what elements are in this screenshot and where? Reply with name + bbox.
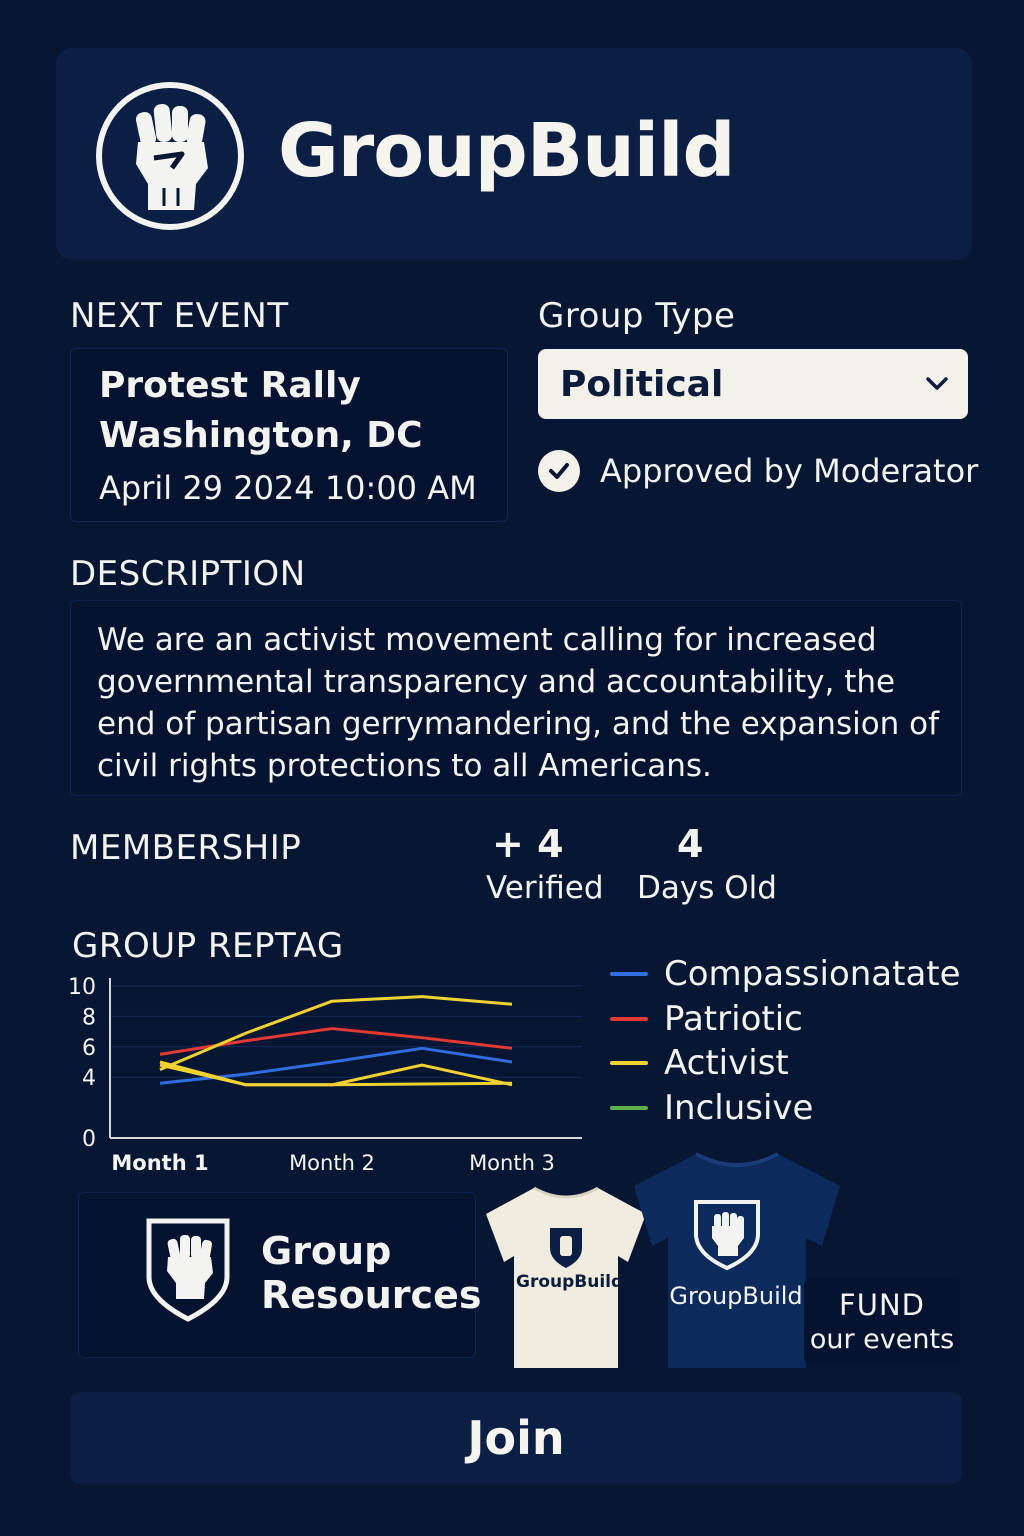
description-card: We are an activist movement calling for … — [70, 600, 962, 796]
chart-y-ticks: 0 4 6 8 10 — [68, 975, 96, 1152]
legend-label: Activist — [664, 1043, 789, 1084]
event-location: Washington, DC — [99, 415, 423, 456]
event-title: Protest Rally — [99, 365, 361, 406]
chart-legend: Compassionatate Patriotic Activist Inclusiv… — [610, 952, 961, 1130]
legend-swatch — [610, 1016, 648, 1021]
app-title: GroupBuild — [278, 108, 736, 194]
x-tick-label: Month 2 — [289, 1151, 375, 1175]
fist-logo-icon — [96, 82, 244, 230]
legend-swatch — [610, 972, 648, 977]
event-datetime: April 29 2024 10:00 AM — [99, 469, 477, 507]
verified-label: Verified — [486, 870, 604, 906]
days-old-count: 4 — [677, 822, 704, 866]
fund-sublabel: our events — [809, 1324, 955, 1355]
y-tick-label: 0 — [82, 1127, 96, 1152]
legend-item: Activist — [610, 1041, 961, 1086]
legend-swatch — [610, 1105, 648, 1110]
y-tick-label: 6 — [82, 1036, 96, 1061]
reptag-label: GROUP REPTAG — [72, 926, 344, 966]
legend-item: Compassionatate — [610, 952, 961, 997]
shield-fist-icon — [146, 1218, 230, 1322]
fund-label: FUND — [839, 1288, 925, 1322]
y-tick-label: 4 — [82, 1066, 96, 1091]
legend-item: Patriotic — [610, 997, 961, 1042]
resources-line2: Resources — [261, 1273, 482, 1317]
legend-swatch — [610, 1061, 648, 1066]
x-tick-label: Month 1 — [111, 1151, 208, 1175]
verified-count: + 4 — [492, 822, 564, 866]
series-line — [159, 1027, 513, 1056]
next-event-card[interactable]: Protest Rally Washington, DC April 29 20… — [70, 348, 508, 522]
x-tick-label: Month 3 — [469, 1151, 555, 1175]
check-circle-icon — [538, 450, 580, 492]
chevron-down-icon — [926, 377, 948, 390]
group-type-value: Political — [560, 363, 724, 405]
app-header: GroupBuild — [56, 48, 972, 260]
legend-label: Compassionatate — [664, 954, 961, 995]
group-resources-button[interactable]: Group Resources — [78, 1192, 481, 1358]
y-tick-label: 10 — [68, 975, 96, 1000]
resources-line1: Group — [261, 1229, 392, 1273]
dark-tshirt-text: GroupBuild — [669, 1282, 803, 1310]
group-type-select[interactable]: Political — [538, 349, 968, 419]
y-tick-label: 8 — [82, 1005, 96, 1030]
membership-label: MEMBERSHIP — [70, 828, 302, 868]
description-text: We are an activist movement calling for … — [97, 622, 940, 784]
chart-series — [159, 995, 513, 1087]
fund-events-link[interactable]: FUND our events — [804, 1278, 960, 1364]
chart-x-labels: Month 1 Month 2 Month 3 — [111, 1151, 555, 1175]
days-old-label: Days Old — [637, 870, 777, 906]
description-label: DESCRIPTION — [70, 554, 306, 594]
series-line — [159, 995, 513, 1071]
next-event-label: NEXT EVENT — [70, 296, 289, 336]
reptag-chart: 0 4 6 8 10 Month 1 Month 2 Month 3 — [68, 975, 582, 1175]
approval-status: Approved by Moderator — [600, 452, 979, 490]
legend-label: Patriotic — [664, 998, 803, 1039]
join-button[interactable]: Join — [70, 1392, 962, 1484]
group-type-label: Group Type — [538, 296, 736, 336]
resources-label: Group Resources — [261, 1229, 481, 1317]
series-line — [159, 1060, 513, 1087]
light-tshirt-text: GroupBuild — [516, 1272, 624, 1292]
legend-item: Inclusive — [610, 1086, 961, 1131]
legend-label: Inclusive — [664, 1087, 814, 1128]
